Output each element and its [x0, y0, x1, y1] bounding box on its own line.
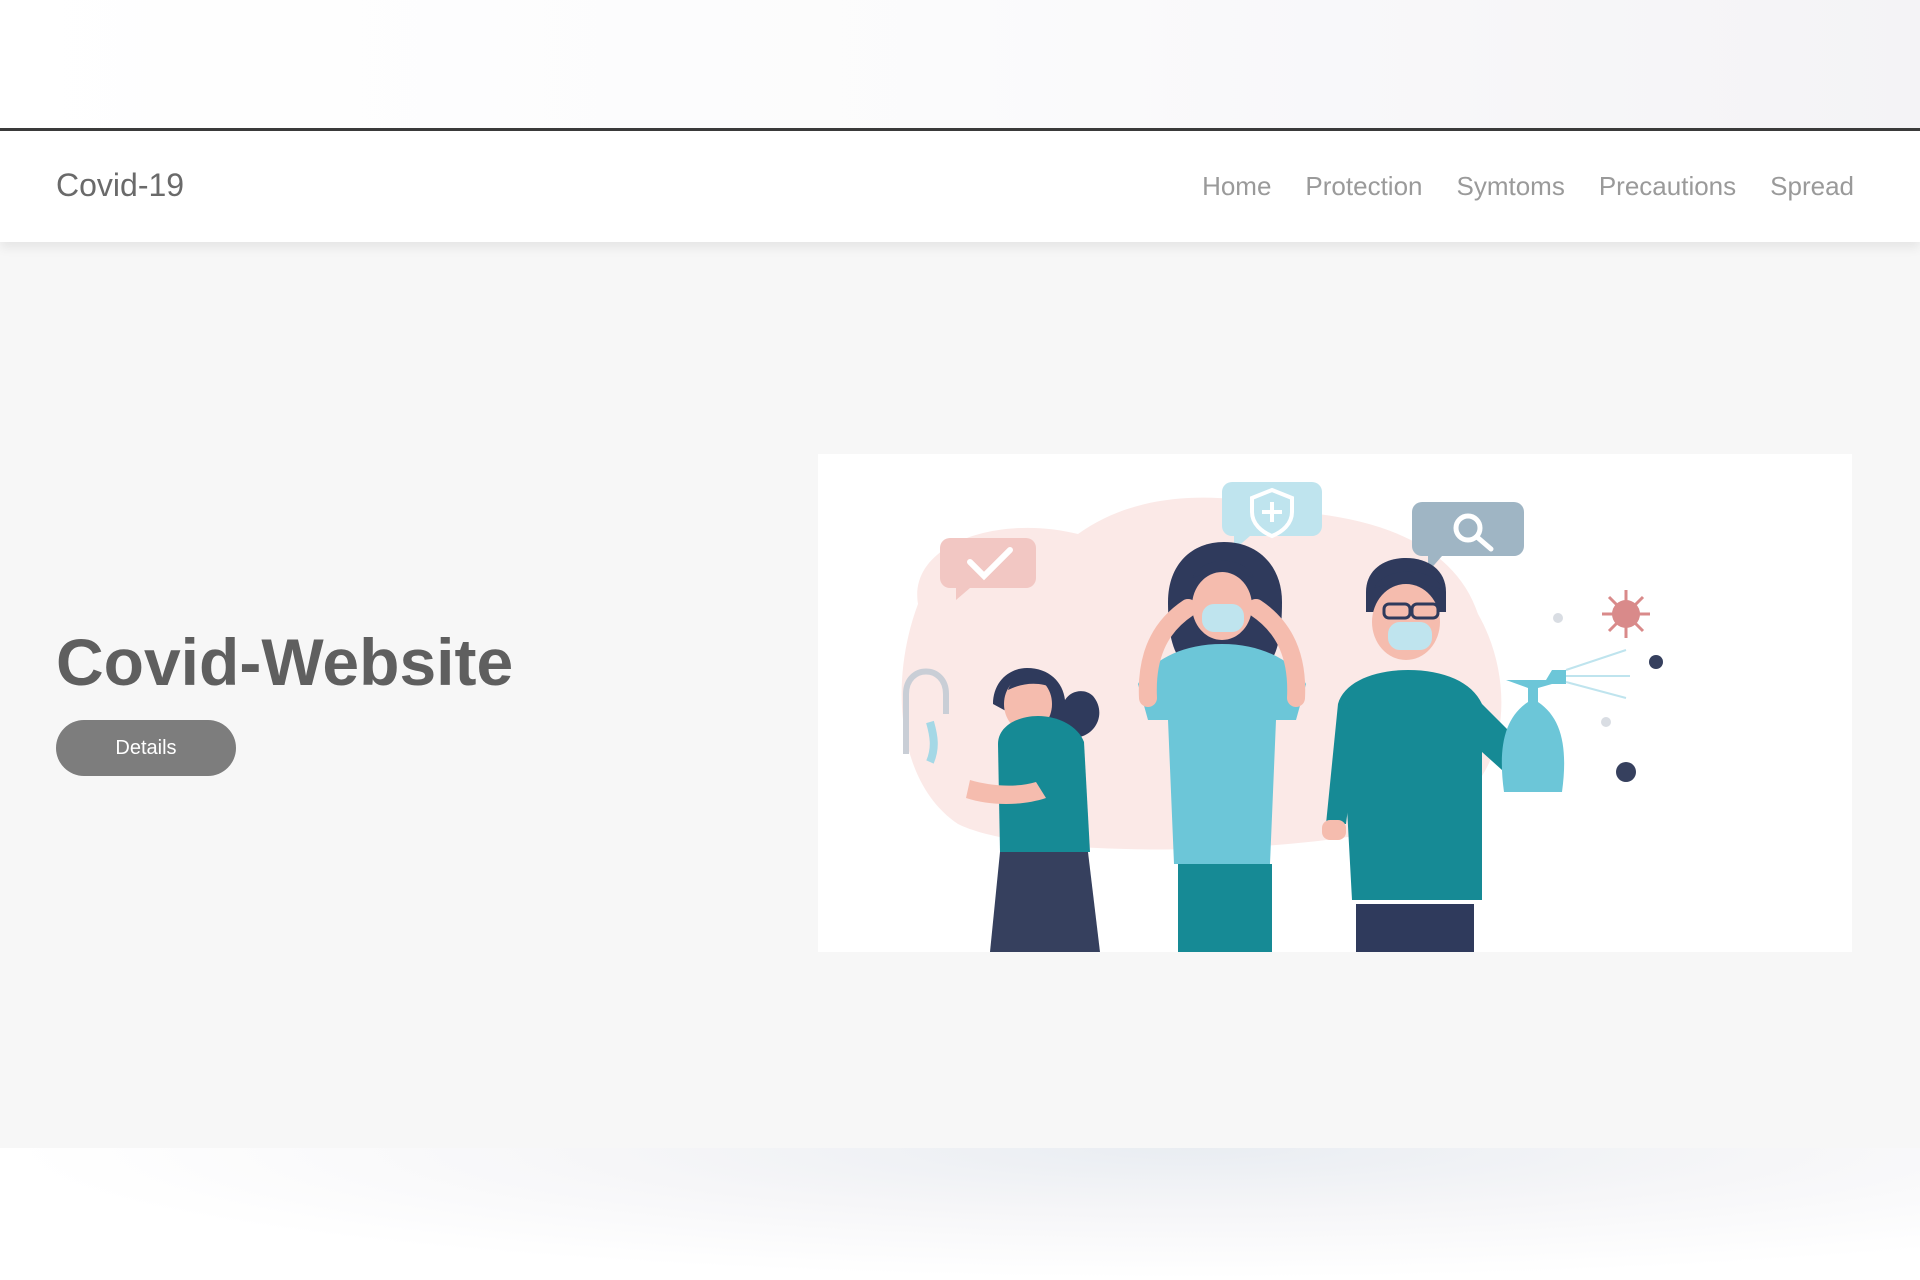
hero-title: Covid-Website	[56, 625, 514, 699]
details-button[interactable]: Details	[56, 720, 236, 776]
nav-item-symptoms[interactable]: Symtoms	[1457, 171, 1565, 202]
footer-shadow	[0, 1148, 1920, 1280]
browser-top-strip	[0, 0, 1920, 131]
search-bubble-icon	[1412, 502, 1524, 572]
hero-section: Covid-Website Details	[0, 242, 1920, 1148]
nav-item-precautions[interactable]: Precautions	[1599, 171, 1736, 202]
brand-logo[interactable]: Covid-19	[56, 167, 184, 204]
nav-item-spread[interactable]: Spread	[1770, 171, 1854, 202]
virus-icon	[1602, 590, 1650, 638]
nav-item-home[interactable]: Home	[1202, 171, 1271, 202]
hero-illustration	[818, 454, 1852, 952]
nav-item-protection[interactable]: Protection	[1305, 171, 1422, 202]
navbar: Covid-19 Home Protection Symtoms Precaut…	[0, 131, 1920, 242]
nav-menu: Home Protection Symtoms Precautions Spre…	[1202, 171, 1854, 202]
